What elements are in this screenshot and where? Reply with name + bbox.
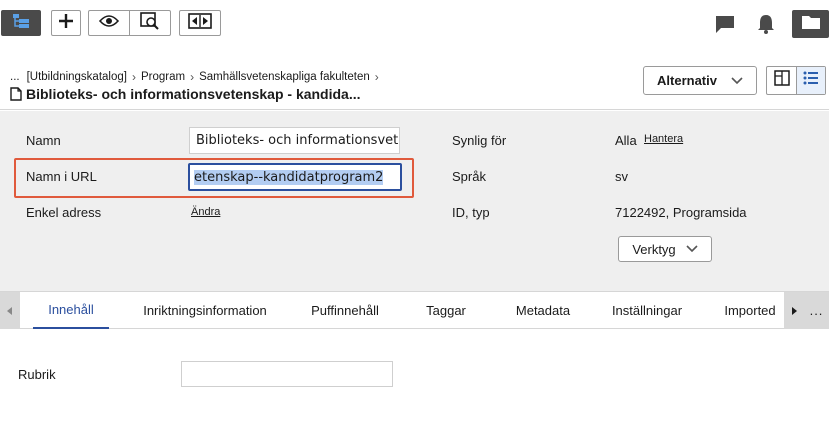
breadcrumb-item-catalog[interactable]: [Utbildningskatalog] [27,71,127,83]
manage-link[interactable]: Hantera [644,133,683,145]
folder-button[interactable] [792,10,829,38]
language-value: sv [615,169,628,184]
breadcrumb-item-faculty[interactable]: Samhällsvetenskapliga fakulteten [199,71,370,83]
content-tabs: Innehåll Inriktningsinformation Puffinne… [0,291,829,329]
tabs-more-button[interactable]: ... [804,292,829,329]
magnifier-page-icon [139,11,160,35]
breadcrumb-ellipsis[interactable]: ... [10,71,20,83]
breadcrumb-separator-icon: › [131,70,136,84]
url-name-input-value: etenskap--kandidatprogram2 [194,169,384,185]
folder-icon [801,14,821,35]
tree-icon [12,13,30,34]
tab-puff-content[interactable]: Puffinnehåll [299,292,391,329]
split-view-button[interactable] [767,67,796,94]
tab-direction-info[interactable]: Inriktningsinformation [127,292,283,329]
triangle-left-icon [7,302,13,320]
tab-settings[interactable]: Inställningar [600,292,694,329]
preview-button[interactable] [89,11,129,35]
tools-dropdown[interactable]: Verktyg [618,236,712,262]
visible-for-value: Alla [615,133,637,148]
breadcrumb-item-program[interactable]: Program [141,71,185,83]
alternatives-dropdown[interactable]: Alternativ [643,66,757,95]
id-type-label: ID, typ [452,205,490,220]
tab-metadata[interactable]: Metadata [503,292,583,329]
language-label: Språk [452,169,486,184]
url-name-input[interactable]: etenskap--kandidatprogram2 [188,163,402,191]
chevron-down-icon [686,245,698,253]
preview-button-group [88,10,171,36]
tab-imported[interactable]: Imported [714,292,786,329]
tree-view-button[interactable] [1,10,41,36]
eye-icon [98,14,120,33]
breadcrumb-separator-icon: › [190,70,195,84]
search-preview-button[interactable] [129,11,169,35]
add-button[interactable] [51,10,81,36]
simple-address-label: Enkel adress [26,205,102,220]
top-toolbar [0,0,829,50]
name-label: Namn [26,133,61,148]
url-name-label: Namn i URL [26,169,97,184]
page-properties-panel: Namn Biblioteks- och informationsvetensk… [0,111,829,291]
breadcrumb-separator-icon: › [374,70,379,84]
list-icon [803,71,819,90]
tabs-scroll-left-button[interactable] [0,292,20,329]
name-input[interactable]: Biblioteks- och informationsvetenskap - … [189,127,400,154]
change-address-link[interactable]: Ändra [191,206,220,218]
heading-field-label: Rubrik [18,367,56,382]
plus-icon [58,13,74,34]
id-type-value: 7122492, Programsida [615,205,747,220]
page-title: Biblioteks- och informationsvetenskap - … [10,86,361,102]
tabs-scroll-right-button[interactable] [784,292,804,329]
tools-label: Verktyg [632,241,676,257]
view-toggle-group [766,66,826,95]
tab-tags[interactable]: Taggar [413,292,479,329]
page-header: ... [Utbildningskatalog] › Program › Sam… [0,50,829,110]
alternatives-label: Alternativ [657,73,717,88]
breadcrumb: ... [Utbildningskatalog] › Program › Sam… [10,70,384,84]
visible-for-label: Synlig för [452,133,507,148]
chevron-down-icon [731,76,743,85]
document-icon [10,87,22,101]
tab-content[interactable]: Innehåll [33,292,109,329]
heading-input[interactable] [181,361,393,387]
content-area: Rubrik [0,330,829,421]
split-layout-icon [773,70,790,91]
triangle-right-icon [791,302,797,320]
arrows-icon [188,12,212,34]
page-title-text: Biblioteks- och informationsvetenskap - … [26,86,361,102]
bell-icon[interactable] [754,12,778,36]
list-view-button[interactable] [796,67,825,94]
comment-icon[interactable] [713,12,737,36]
name-input-value: Biblioteks- och informationsvetenskap - … [196,133,399,148]
compare-button[interactable] [179,10,221,36]
